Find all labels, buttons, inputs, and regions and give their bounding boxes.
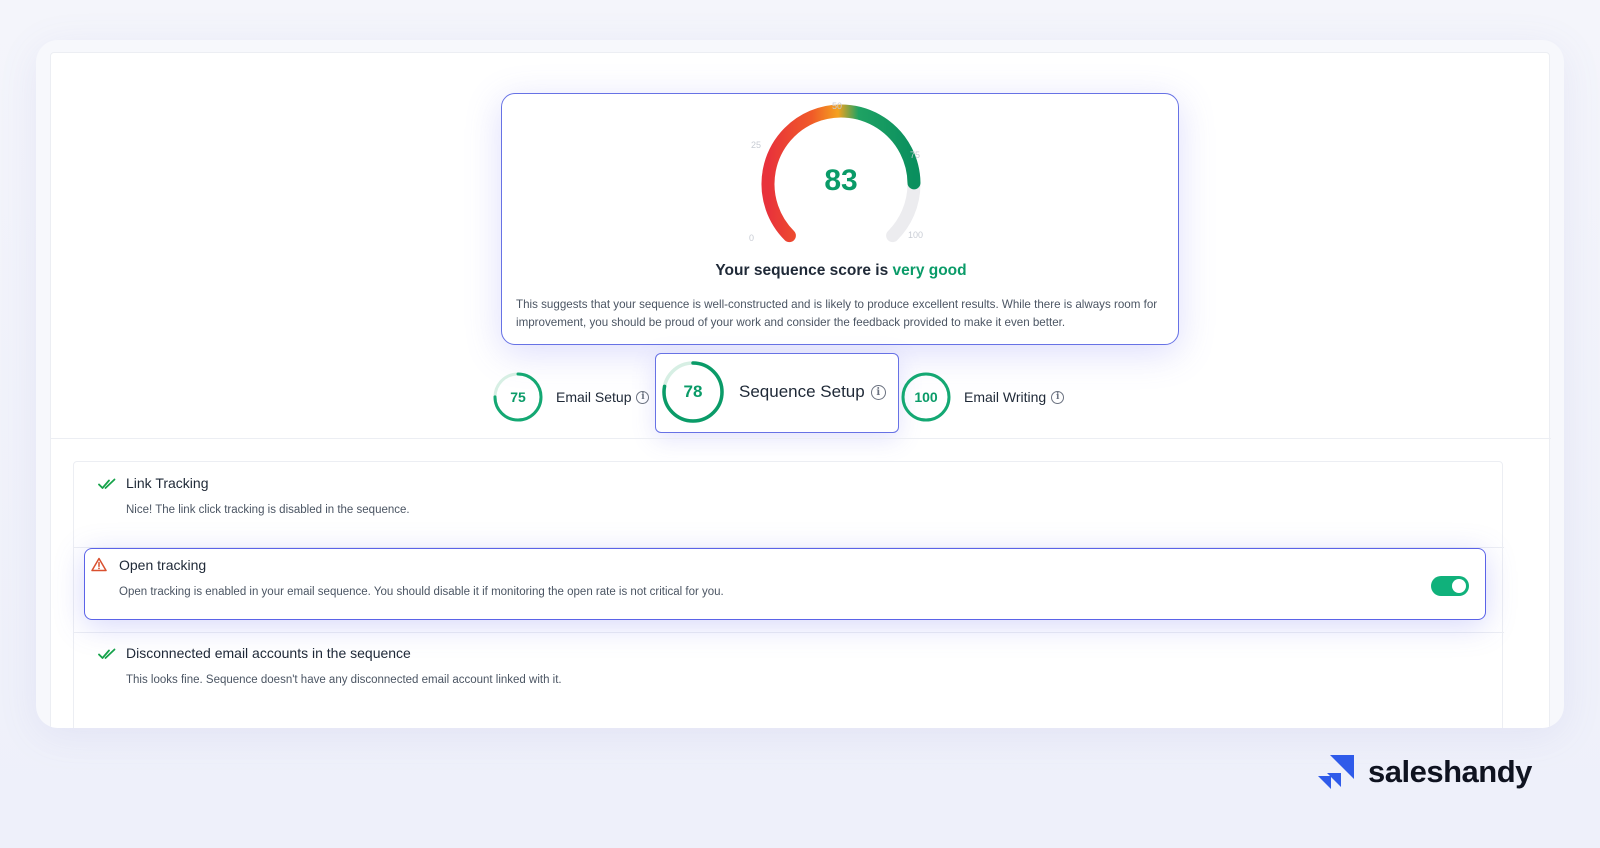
check-description: Open tracking is enabled in your email s… <box>119 586 724 598</box>
check-description: This looks fine. Sequence doesn't have a… <box>126 674 562 686</box>
gauge-tick-50: 50 <box>832 101 842 111</box>
app-container: 0 25 50 75 100 83 Your sequence score is… <box>36 40 1564 728</box>
check-title: Link Tracking <box>126 475 209 491</box>
double-check-icon <box>98 478 116 489</box>
saleshandy-logo: saleshandy <box>1316 752 1532 792</box>
score-rating: very good <box>892 262 967 279</box>
score-description: This suggests that your sequence is well… <box>516 298 1158 329</box>
email-writing-score: 100 <box>914 389 938 405</box>
metric-sequence-setup[interactable]: 78 Sequence Setup i <box>661 360 886 424</box>
sequence-setup-score-ring: 78 <box>661 360 725 424</box>
info-icon[interactable]: i <box>870 384 886 400</box>
score-heading-prefix: Your sequence score is <box>715 262 889 279</box>
gauge-tick-75: 75 <box>910 150 920 160</box>
email-setup-score-ring: 75 <box>492 371 544 423</box>
check-item-disconnected-accounts: Disconnected email accounts in the seque… <box>74 632 1504 717</box>
warning-icon <box>91 557 107 572</box>
sequence-score-panel: 0 25 50 75 100 83 Your sequence score is… <box>50 52 1551 728</box>
email-setup-score: 75 <box>510 389 526 405</box>
gauge-tick-0: 0 <box>749 233 754 243</box>
brand-name: saleshandy <box>1368 754 1532 789</box>
email-writing-score-ring: 100 <box>900 371 952 423</box>
check-item-link-tracking: Link Tracking Nice! The link click track… <box>74 462 1504 547</box>
score-heading: Your sequence score is very good <box>502 262 1180 280</box>
email-writing-label: Email Writing <box>964 389 1047 405</box>
check-description: Nice! The link click tracking is disable… <box>126 504 410 516</box>
metric-email-writing[interactable]: 100 Email Writing i <box>900 371 1065 423</box>
gauge-tick-100: 100 <box>908 230 923 240</box>
metric-email-setup[interactable]: 75 Email Setup i <box>492 371 650 423</box>
score-value: 83 <box>824 164 858 197</box>
saleshandy-logo-icon <box>1318 755 1354 789</box>
sequence-setup-score: 78 <box>683 382 703 401</box>
sequence-score-card: 0 25 50 75 100 83 Your sequence score is… <box>501 93 1179 345</box>
section-divider <box>51 438 1551 439</box>
gauge-tick-25: 25 <box>751 140 761 150</box>
toggle-knob <box>1452 579 1466 593</box>
info-icon[interactable]: i <box>1051 390 1065 404</box>
double-check-icon <box>98 648 116 659</box>
info-icon[interactable]: i <box>636 390 650 404</box>
email-setup-label: Email Setup <box>556 389 632 405</box>
check-title: Open tracking <box>119 557 207 573</box>
check-title: Disconnected email accounts in the seque… <box>126 645 411 661</box>
open-tracking-toggle[interactable] <box>1431 576 1469 596</box>
check-item-open-tracking: Open tracking Open tracking is enabled i… <box>84 548 1486 620</box>
sequence-setup-label: Sequence Setup <box>739 382 865 401</box>
